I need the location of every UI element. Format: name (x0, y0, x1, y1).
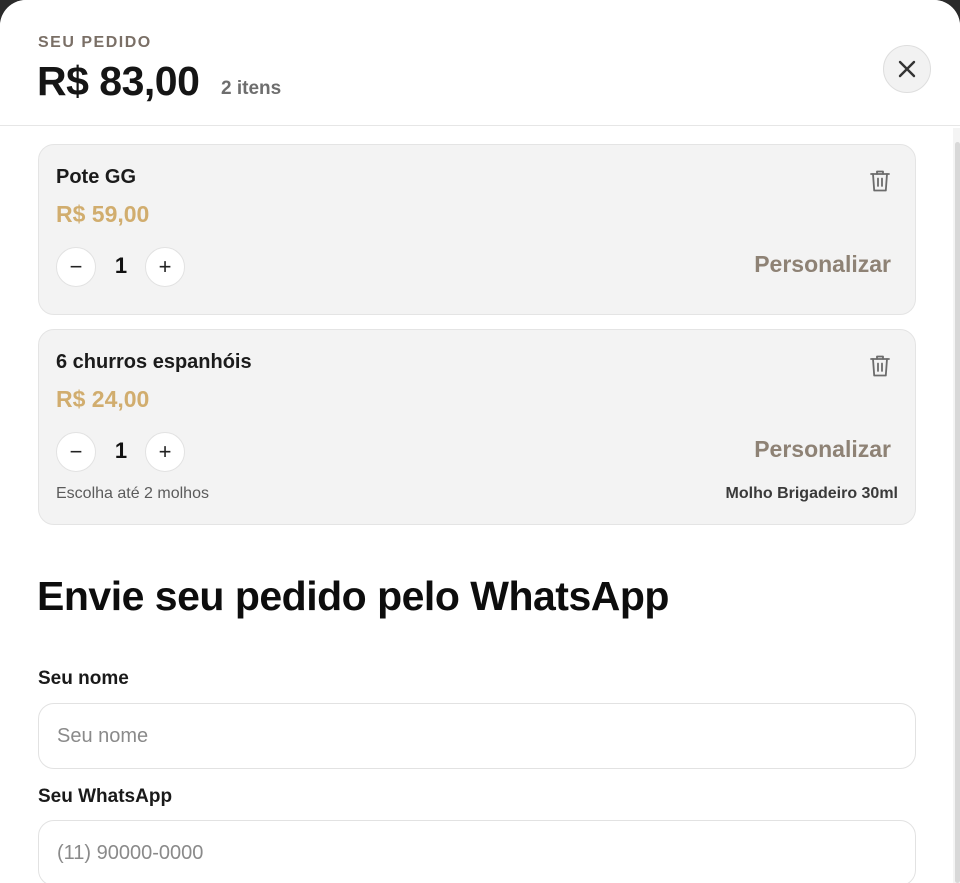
order-eyebrow: SEU PEDIDO (38, 34, 152, 51)
name-input[interactable] (38, 703, 916, 769)
whatsapp-input[interactable] (38, 820, 916, 883)
increase-quantity-button[interactable]: + (145, 432, 185, 472)
remove-item-button[interactable] (869, 354, 891, 378)
item-name: Pote GG (56, 166, 137, 188)
cart-item: Pote GG R$ 59,00 − 1 + Personalizar (38, 144, 916, 315)
personalize-button[interactable]: Personalizar (754, 436, 891, 463)
decrease-quantity-button[interactable]: − (56, 432, 96, 472)
whatsapp-section-title: Envie seu pedido pelo WhatsApp (37, 573, 669, 619)
close-button[interactable] (883, 45, 931, 93)
item-count: 2 itens (221, 78, 282, 99)
scrollbar-thumb[interactable] (955, 142, 960, 883)
quantity-value: 1 (114, 438, 128, 463)
cart-item: 6 churros espanhóis R$ 24,00 − 1 + Perso… (38, 329, 916, 525)
selected-sauce: Molho Brigadeiro 30ml (725, 485, 898, 502)
order-sheet: SEU PEDIDO R$ 83,00 2 itens Pote GG R$ 5… (0, 0, 960, 883)
whatsapp-label: Seu WhatsApp (38, 786, 173, 807)
order-header: SEU PEDIDO R$ 83,00 2 itens (0, 0, 960, 126)
sauce-hint: Escolha até 2 molhos (56, 485, 209, 502)
remove-item-button[interactable] (869, 169, 891, 193)
quantity-value: 1 (114, 253, 128, 278)
trash-icon (870, 355, 890, 377)
order-total: R$ 83,00 (37, 58, 200, 104)
name-label: Seu nome (38, 668, 129, 689)
decrease-quantity-button[interactable]: − (56, 247, 96, 287)
item-price: R$ 24,00 (56, 386, 150, 412)
personalize-button[interactable]: Personalizar (754, 251, 891, 278)
increase-quantity-button[interactable]: + (145, 247, 185, 287)
item-name: 6 churros espanhóis (56, 351, 252, 373)
trash-icon (870, 170, 890, 192)
item-price: R$ 59,00 (56, 201, 150, 227)
close-icon (898, 60, 916, 78)
